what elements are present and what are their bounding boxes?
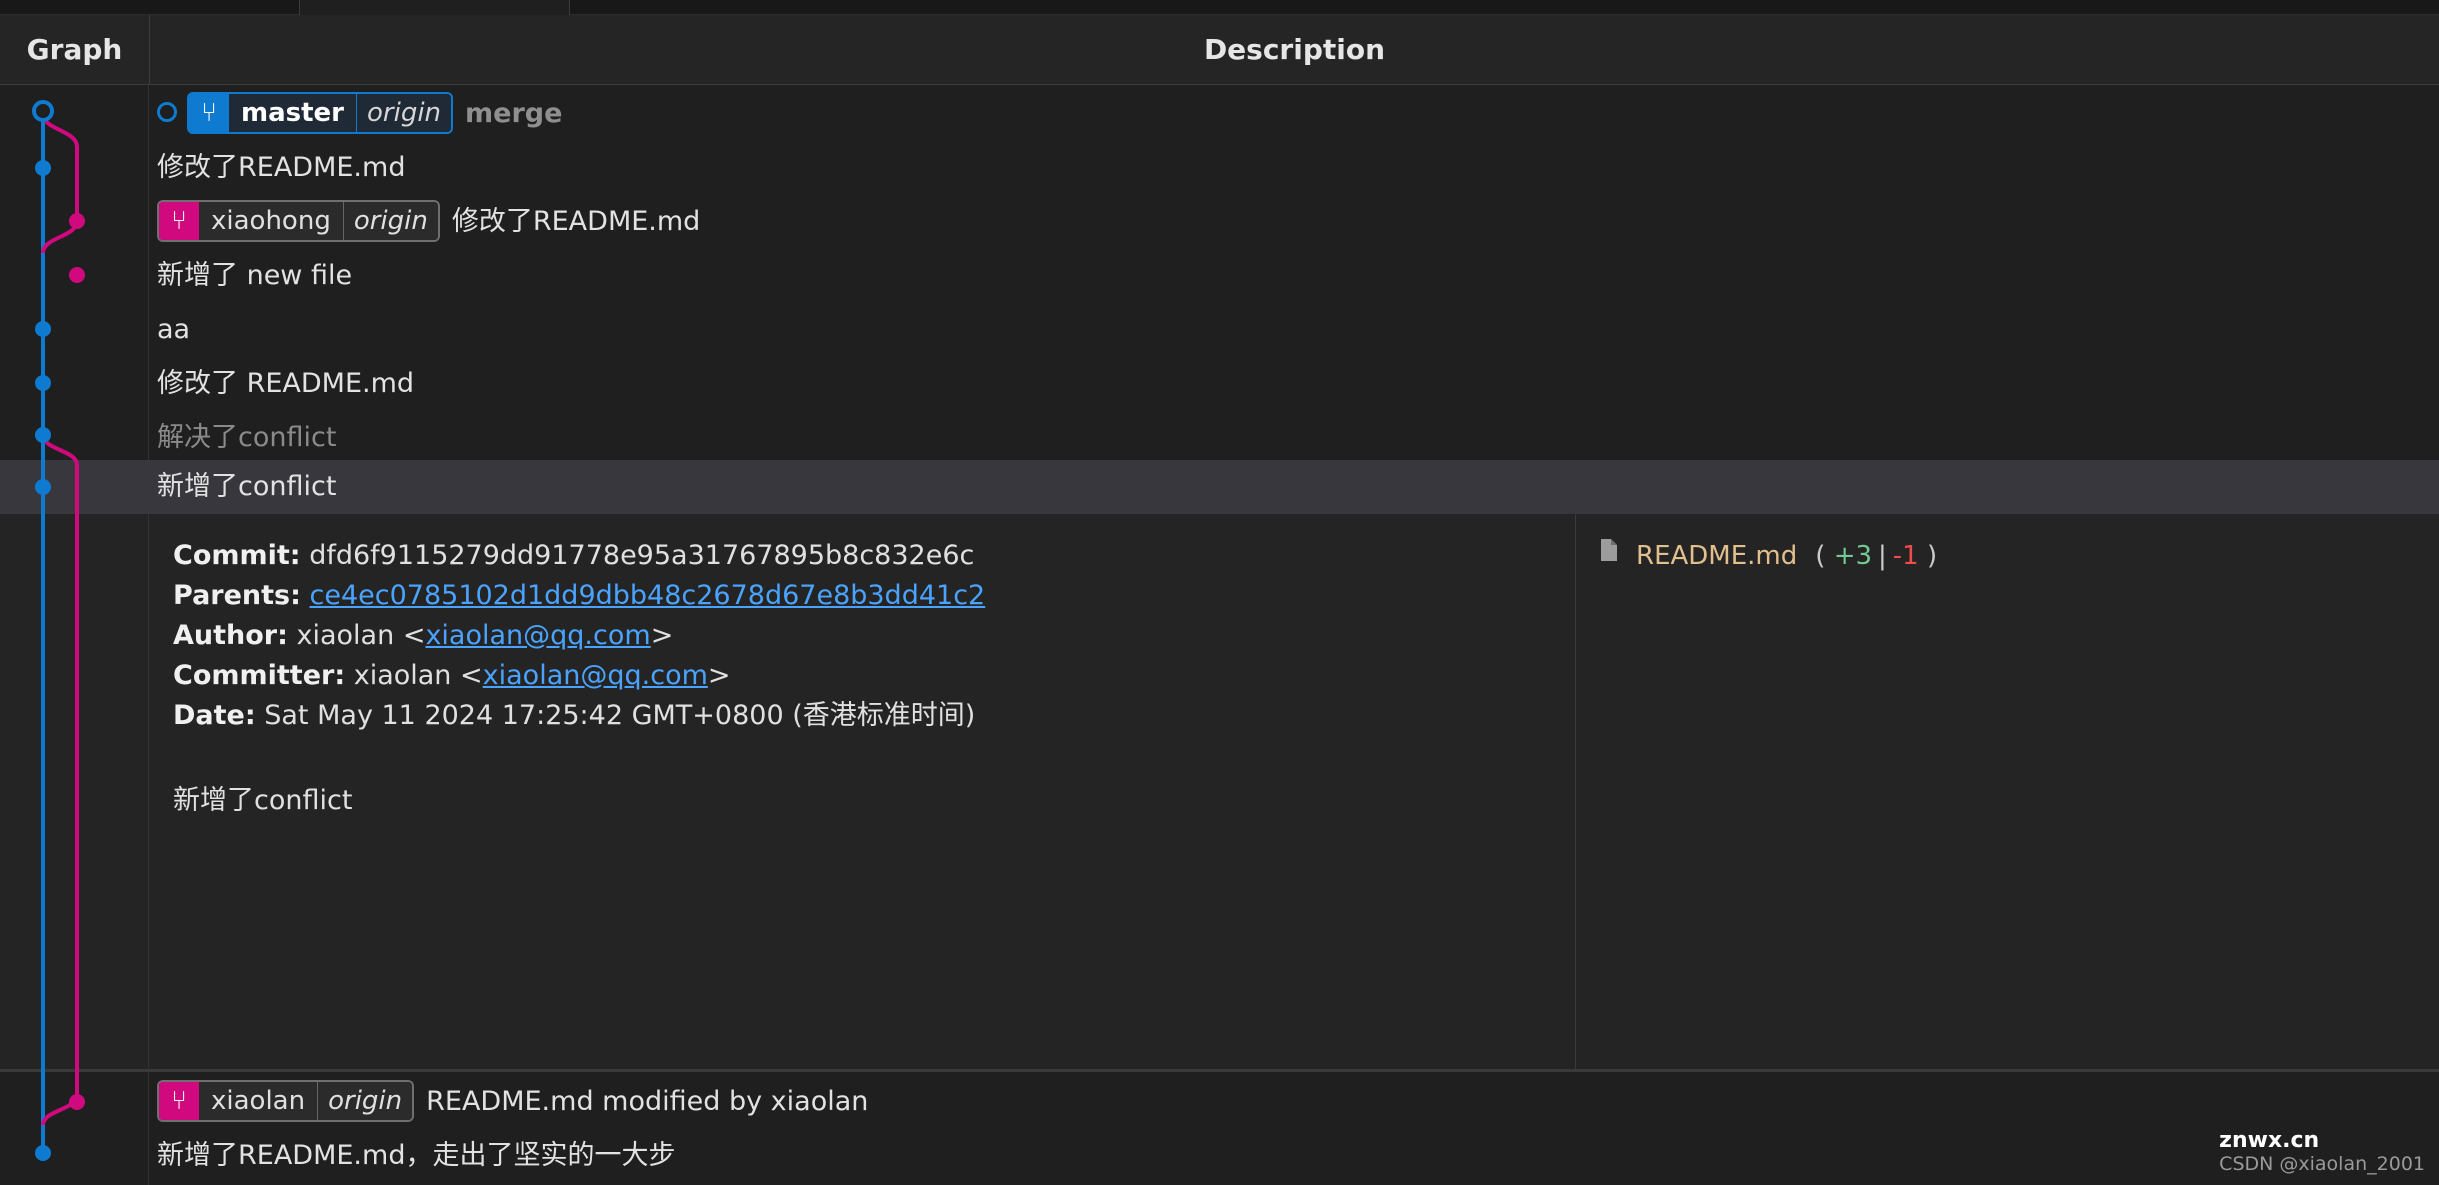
commit-message: 修改了README.md [451,206,701,237]
branch-badge-xiaolan[interactable]: ⑂ xiaolan origin [157,1079,415,1122]
parent-hash-link[interactable]: ce4ec0785102d1dd9dbb48c2678d67e8b3dd41c2 [310,580,986,611]
commit-message-cell: ⑂ xiaohong origin 修改了README.md [157,195,700,249]
commit-message: 新增了 new file [157,260,353,291]
commit-row[interactable]: 修改了README.md [0,141,2439,195]
branch-icon: ⑂ [159,201,199,240]
remote-name: origin [317,1081,413,1120]
commit-node [35,375,51,391]
commit-info: Commit: dfd6f9115279dd91778e95a31767895b… [173,540,986,731]
commit-node-uncommitted [32,100,54,122]
commit-row[interactable]: ⑂ xiaohong origin 修改了README.md [0,195,2439,249]
branch-badge-xiaohong[interactable]: ⑂ xiaohong origin [157,199,440,242]
commit-details-summary: Commit: dfd6f9115279dd91778e95a31767895b… [148,514,1576,1069]
commit-message: 修改了README.md [157,152,406,183]
tab-strip [0,0,2439,15]
commit-message: 新增了README.md，走出了坚实的一大步 [157,1140,676,1171]
commit-row[interactable]: 解决了conflict [0,411,2439,465]
committer-label: Committer: [173,660,346,691]
changed-file-item[interactable]: README.md( +3 | -1 ) [1600,536,1937,577]
commit-message-cell: ⑂ master origin merge [157,87,562,141]
commit-message: README.md modified by xiaolan [426,1086,869,1117]
commit-graph [32,100,85,1161]
committer-name: xiaolan [353,660,452,691]
author-label: Author: [173,620,288,651]
watermark: znwx.cn CSDN @xiaolan_2001 [2219,1128,2425,1175]
committer-email-link[interactable]: xiaolan@qq.com [483,660,708,691]
commit-node [35,160,51,176]
changed-files-list: README.md( +3 | -1 ) [1600,536,1937,577]
commit-row[interactable]: aa [0,303,2439,357]
uncommitted-ring-icon [157,101,177,122]
commit-message-cell: ⑂ xiaolan origin README.md modified by xiao… [157,1075,868,1129]
table-header: Graph Description [0,15,2439,85]
commit-node [69,267,85,283]
commit-node-selected [35,479,51,495]
file-deletions: -1 [1892,541,1919,571]
commit-details-panel: Commit: dfd6f9115279dd91778e95a31767895b… [0,514,2439,1072]
editor-tab[interactable] [0,0,300,15]
remote-name: origin [342,201,438,240]
author-name: xiaolan [296,620,395,651]
commit-row[interactable]: 新增了README.md，走出了坚实的一大步 [0,1129,2439,1183]
branch-name: xiaolan [199,1081,318,1120]
commit-message: aa [157,314,191,345]
commit-row[interactable]: ⑂ xiaolan origin README.md modified by xiao… [0,1075,2439,1129]
author-email-link[interactable]: xiaolan@qq.com [425,620,650,651]
branch-name: xiaohong [199,201,343,240]
date-label: Date: [173,700,256,731]
editor-tab-active[interactable] [300,0,570,15]
description-column-header[interactable]: Description [150,15,2439,85]
commit-row[interactable]: 新增了 new file [0,249,2439,303]
file-additions: +3 [1833,541,1873,571]
commit-node [69,1094,85,1110]
commit-label: Commit: [173,540,301,571]
parents-label: Parents: [173,580,301,611]
watermark-site: znwx.cn [2219,1128,2320,1153]
commit-row-selected[interactable]: 新增了conflict [0,460,2439,514]
commit-node [35,427,51,443]
commit-node [69,213,85,229]
commit-message: merge [465,98,563,129]
graph-column-header[interactable]: Graph [0,15,150,85]
branch-line-pink-lower [41,434,79,1126]
commit-message: 解决了conflict [157,422,337,453]
file-icon [1600,534,1618,574]
branch-name: master [229,93,356,132]
commit-hash: dfd6f9115279dd91778e95a31767895b8c832e6c [309,540,975,571]
commit-node [35,321,51,337]
watermark-author: CSDN @xiaolan_2001 [2219,1153,2425,1175]
branch-badge-master[interactable]: ⑂ master origin [187,91,454,134]
branch-line-pink-upper [41,113,79,254]
branch-icon: ⑂ [159,1081,199,1120]
commit-row[interactable]: ⑂ master origin merge [0,87,2439,141]
commit-row[interactable]: 修改了 README.md [0,357,2439,411]
commit-message: 修改了 README.md [157,368,415,399]
file-name[interactable]: README.md [1636,541,1797,571]
branch-icon: ⑂ [189,93,229,132]
commit-node [35,1145,51,1161]
commit-body: 新增了conflict [173,785,353,816]
commit-message: 新增了conflict [157,471,337,502]
git-graph-view: Graph Description ⑂ master origin merge 修改了… [0,0,2439,1185]
remote-name: origin [356,93,452,132]
commit-date: Sat May 11 2024 17:25:42 GMT+0800 (香港标准时… [264,700,976,731]
